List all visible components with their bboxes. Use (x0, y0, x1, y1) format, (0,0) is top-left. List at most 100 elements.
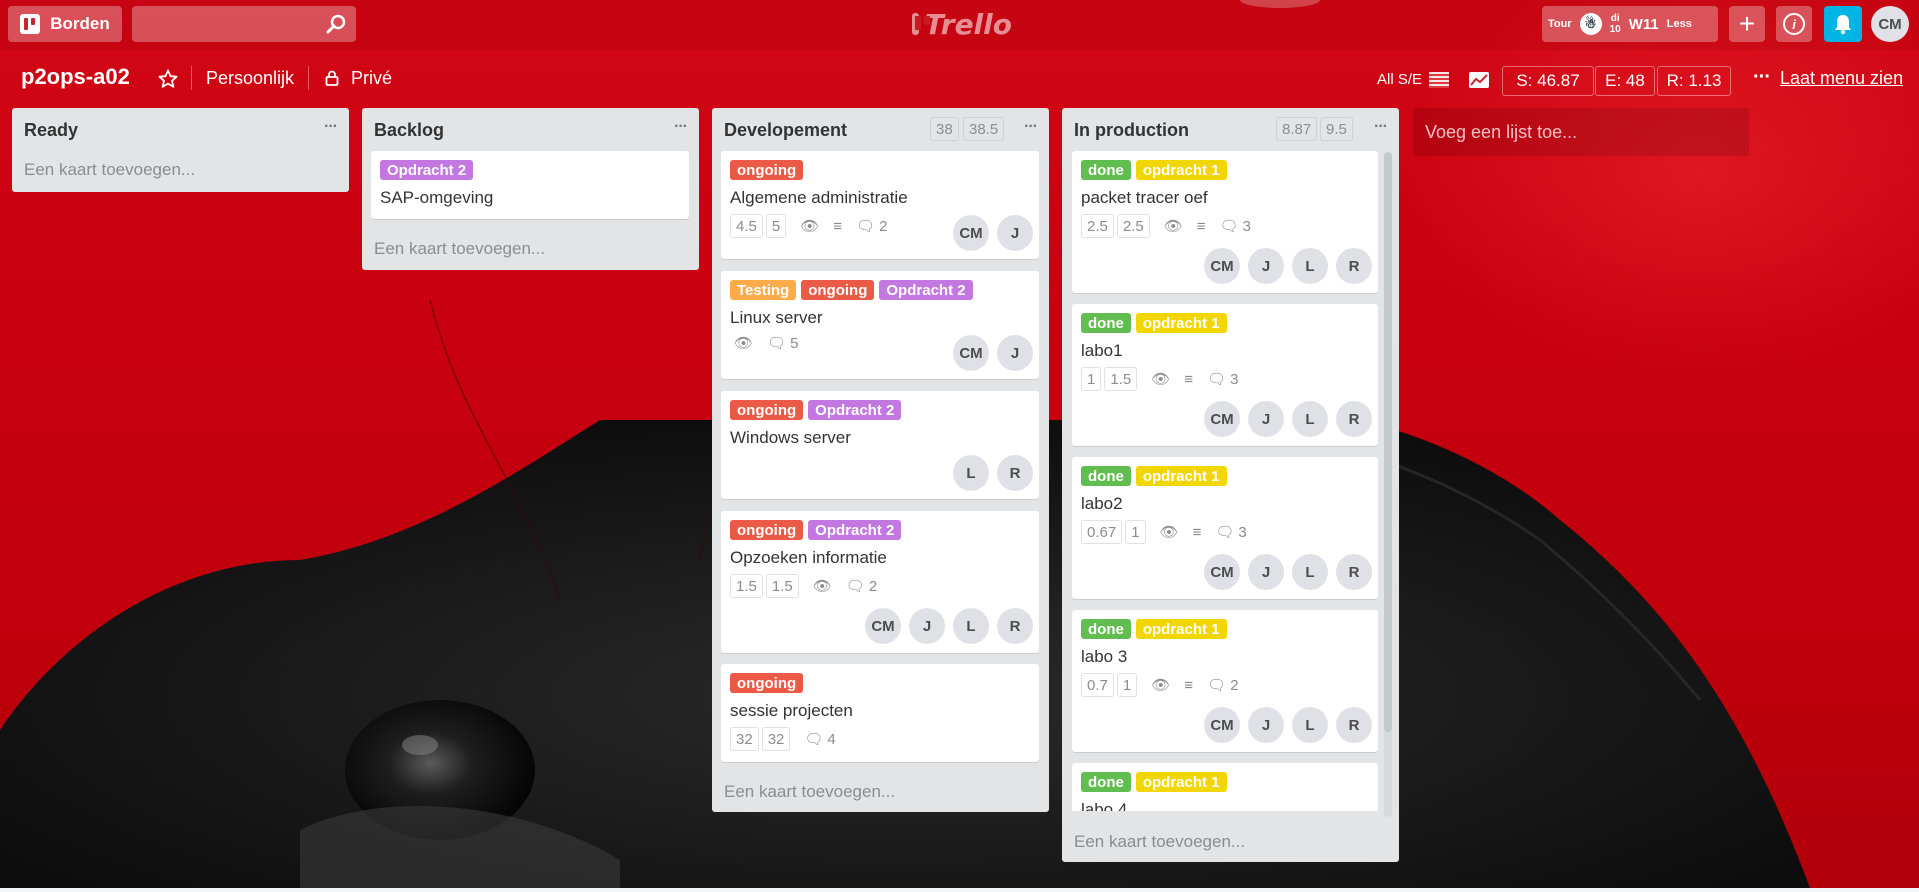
list-ready: Ready ··· Een kaart toevoegen... (12, 108, 349, 192)
flag-icon[interactable] (1429, 72, 1449, 88)
card[interactable]: ongoing Opdracht 2 Opzoeken informatie 1… (721, 511, 1039, 653)
member-avatar[interactable]: J (1248, 554, 1284, 590)
user-avatar[interactable]: CM (1871, 6, 1909, 42)
label-opdracht-1: opdracht 1 (1135, 619, 1227, 639)
card-labels: Opdracht 2 (380, 160, 474, 180)
member-avatar[interactable]: CM (953, 335, 989, 371)
card[interactable]: Opdracht 2 SAP-omgeving (371, 151, 689, 219)
member-avatar[interactable]: J (997, 215, 1033, 251)
card-members: CM J L R (1204, 401, 1372, 437)
description-icon: ≡ (1196, 217, 1206, 235)
list-title[interactable]: Backlog (374, 120, 444, 141)
add-card-link[interactable]: Een kaart toevoegen... (1074, 832, 1245, 852)
card[interactable]: ongoing Opdracht 2 Windows server L R (721, 391, 1039, 499)
search-input[interactable] (132, 6, 356, 42)
label-opdracht-1: opdracht 1 (1135, 772, 1227, 792)
tour-less: Less (1666, 18, 1692, 30)
comments-badge: 🗨 2 (845, 577, 878, 596)
label-done: done (1081, 160, 1131, 180)
board-title[interactable]: p2ops-a02 (21, 64, 130, 90)
estimate-spent: 1 (1081, 367, 1102, 391)
member-avatar[interactable]: CM (865, 608, 901, 644)
comments-badge: 🗨 5 (767, 334, 799, 353)
card-title: labo2 (1081, 494, 1123, 513)
member-avatar[interactable]: R (1336, 707, 1372, 743)
add-card-link[interactable]: Een kaart toevoegen... (724, 782, 895, 802)
chart-icon[interactable] (1469, 72, 1489, 88)
boards-button[interactable]: Borden (8, 6, 122, 42)
label-opdracht-1: opdracht 1 (1135, 313, 1227, 333)
label-ongoing: ongoing (730, 673, 804, 693)
list-scrollbar-thumb[interactable] (1384, 152, 1392, 732)
card[interactable]: done opdracht 1 labo1 1 1.5 👁 ≡ 🗨 3 CM J … (1072, 304, 1378, 446)
show-menu-link[interactable]: Laat menu zien (1780, 68, 1903, 89)
add-button[interactable]: + (1729, 6, 1765, 42)
member-avatar[interactable]: CM (1204, 707, 1240, 743)
card-title: labo 4 (1081, 800, 1128, 811)
trello-logo[interactable]: Trello (912, 8, 1012, 41)
tour-button[interactable]: Tour ☃ di 10 W11 Less (1542, 6, 1718, 42)
estimate-total: 1.5 (1104, 367, 1138, 391)
add-card-link[interactable]: Een kaart toevoegen... (374, 239, 545, 259)
tour-day: di 10 (1609, 13, 1621, 35)
visibility-button[interactable]: Privé (351, 68, 392, 89)
star-icon[interactable] (158, 69, 178, 89)
member-avatar[interactable]: J (997, 335, 1033, 371)
card-labels: done opdracht 1 (1081, 160, 1227, 180)
list-title[interactable]: In production (1074, 120, 1189, 141)
member-avatar[interactable]: J (1248, 401, 1284, 437)
member-avatar[interactable]: CM (953, 215, 989, 251)
card[interactable]: ongoing Algemene administratie 4.5 5 👁 ≡… (721, 151, 1039, 259)
team-button[interactable]: Persoonlijk (206, 68, 294, 89)
card-members: CM J L R (1204, 554, 1372, 590)
member-avatar[interactable]: R (1336, 248, 1372, 284)
header-divider (308, 66, 309, 90)
card[interactable]: done opdracht 1 labo2 0.67 1 👁 ≡ 🗨 3 CM J… (1072, 457, 1378, 599)
member-avatar[interactable]: L (953, 455, 989, 491)
card[interactable]: done opdracht 1 labo 4 (1072, 763, 1378, 811)
card-members: CM J (953, 215, 1033, 251)
estimate-total: 32 (761, 727, 791, 751)
member-avatar[interactable]: J (1248, 707, 1284, 743)
comment-icon: 🗨 (856, 218, 876, 235)
member-avatar[interactable]: CM (1204, 248, 1240, 284)
notifications-button[interactable] (1824, 6, 1862, 42)
card[interactable]: Testing ongoing Opdracht 2 Linux server … (721, 271, 1039, 379)
member-avatar[interactable]: R (1336, 401, 1372, 437)
tour-label: Tour (1548, 18, 1572, 30)
card-badges: 4.5 5 👁 ≡ 🗨 2 (730, 214, 887, 238)
label-ongoing: ongoing (801, 280, 875, 300)
member-avatar[interactable]: CM (1204, 554, 1240, 590)
list-menu-icon[interactable]: ··· (324, 118, 338, 136)
list-title[interactable]: Ready (24, 120, 78, 141)
list-menu-icon[interactable]: ··· (674, 118, 688, 136)
member-avatar[interactable]: R (997, 608, 1033, 644)
member-avatar[interactable]: J (1248, 248, 1284, 284)
all-se-label[interactable]: All S/E (1377, 71, 1422, 88)
member-avatar[interactable]: J (909, 608, 945, 644)
card[interactable]: ongoing sessie projecten 32 32 🗨 4 (721, 664, 1039, 762)
list-title[interactable]: Developement (724, 120, 847, 141)
member-avatar[interactable]: L (1292, 707, 1328, 743)
more-dots-icon[interactable]: ··· (1753, 66, 1771, 89)
description-icon: ≡ (1184, 370, 1194, 388)
watch-icon: 👁 (800, 218, 820, 235)
member-avatar[interactable]: L (1292, 248, 1328, 284)
add-list-button[interactable]: Voeg een lijst toe... (1413, 108, 1749, 156)
card[interactable]: done opdracht 1 packet tracer oef 2.5 2.… (1072, 151, 1378, 293)
member-avatar[interactable]: CM (1204, 401, 1240, 437)
member-avatar[interactable]: L (1292, 401, 1328, 437)
card[interactable]: done opdracht 1 labo 3 0.7 1 👁 ≡ 🗨 2 CM J… (1072, 610, 1378, 752)
list-menu-icon[interactable]: ··· (1024, 118, 1038, 136)
card-title: Opzoeken informatie (730, 548, 887, 567)
list-menu-icon[interactable]: ··· (1374, 118, 1388, 136)
info-icon: i (1783, 13, 1805, 35)
list-scrollbar[interactable] (1384, 152, 1392, 817)
member-avatar[interactable]: R (997, 455, 1033, 491)
trello-logo-icon (912, 13, 930, 35)
info-button[interactable]: i (1776, 6, 1812, 42)
member-avatar[interactable]: L (953, 608, 989, 644)
member-avatar[interactable]: L (1292, 554, 1328, 590)
member-avatar[interactable]: R (1336, 554, 1372, 590)
add-card-link[interactable]: Een kaart toevoegen... (24, 160, 195, 180)
